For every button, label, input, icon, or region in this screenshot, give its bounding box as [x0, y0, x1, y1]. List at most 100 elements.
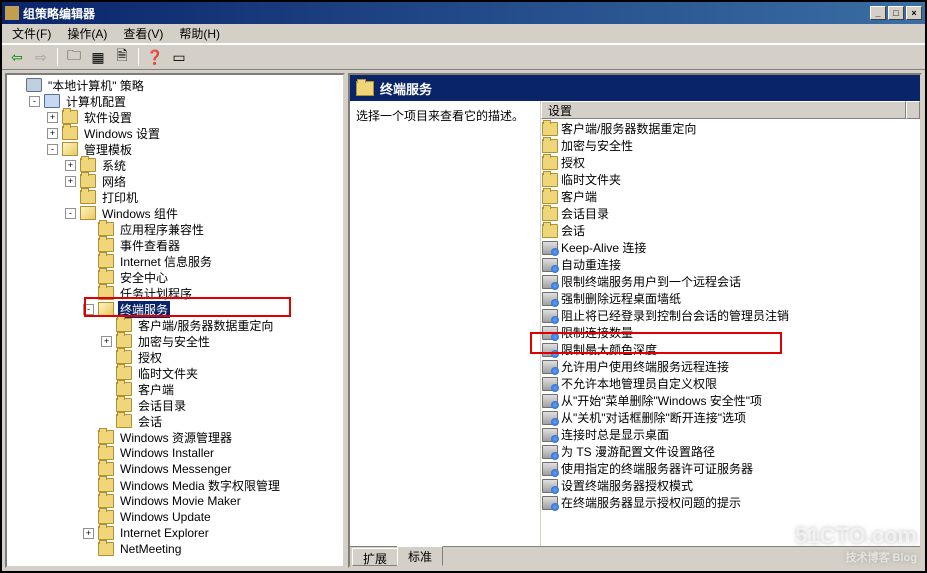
tree-panel[interactable]: "本地计算机" 策略 -计算机配置 +软件设置 +Windows 设置 -管理模… — [5, 73, 345, 568]
list-item[interactable]: 从"开始"菜单删除"Windows 安全性"项 — [542, 392, 919, 409]
tree-system[interactable]: +系统 — [65, 157, 341, 173]
tree-item[interactable]: Windows Update — [83, 509, 341, 525]
tree-item[interactable]: 会话目录 — [101, 397, 341, 413]
tree-item[interactable]: 安全中心 — [83, 269, 341, 285]
nav-back-button[interactable]: ⇦ — [6, 46, 28, 68]
collapse-icon[interactable]: - — [29, 96, 40, 107]
tree-windows-settings[interactable]: +Windows 设置 — [47, 125, 341, 141]
policy-setting-icon — [542, 343, 558, 357]
list-item[interactable]: 连接时总是显示桌面 — [542, 426, 919, 443]
help-button[interactable]: ❓ — [144, 46, 166, 68]
list-item[interactable]: 使用指定的终端服务器许可证服务器 — [542, 460, 919, 477]
list-item[interactable]: 客户端 — [542, 188, 919, 205]
menu-action[interactable]: 操作(A) — [59, 23, 115, 44]
expand-icon[interactable]: + — [47, 112, 58, 123]
folder-icon — [98, 270, 114, 284]
details-header: 终端服务 — [350, 75, 920, 101]
menu-file[interactable]: 文件(F) — [4, 23, 59, 44]
list-item-label: 限制最大颜色深度 — [561, 341, 657, 358]
tree-item[interactable]: 任务计划程序 — [83, 285, 341, 301]
export-button[interactable]: 🗎 — [111, 46, 133, 68]
list-item-label: 设置终端服务器授权模式 — [561, 477, 693, 494]
tree-item[interactable]: Windows Messenger — [83, 461, 341, 477]
policy-setting-icon — [542, 496, 558, 510]
window-title: 组策略编辑器 — [23, 5, 870, 22]
tree-item[interactable]: 客户端/服务器数据重定向 — [101, 317, 341, 333]
maximize-button[interactable]: □ — [888, 6, 904, 20]
list-item[interactable]: 限制连接数量 — [542, 324, 919, 341]
list-item[interactable]: 不允许本地管理员自定义权限 — [542, 375, 919, 392]
list-item[interactable]: Keep-Alive 连接 — [542, 239, 919, 256]
list-item[interactable]: 授权 — [542, 154, 919, 171]
tree-item[interactable]: Internet 信息服务 — [83, 253, 341, 269]
show-hide-tree-button[interactable]: ▦ — [87, 46, 109, 68]
policy-setting-icon — [542, 411, 558, 425]
tree-computer-config[interactable]: -计算机配置 — [29, 93, 341, 109]
list-item-label: 限制连接数量 — [561, 324, 633, 341]
expand-icon[interactable]: + — [101, 336, 112, 347]
tree-item[interactable]: Windows Media 数字权限管理 — [83, 477, 341, 493]
tree-item[interactable]: 事件查看器 — [83, 237, 341, 253]
tree-item[interactable]: 应用程序兼容性 — [83, 221, 341, 237]
tree-admin-templates[interactable]: -管理模板 — [47, 141, 341, 157]
list-item[interactable]: 会话 — [542, 222, 919, 239]
properties-button[interactable]: ▭ — [168, 46, 190, 68]
list-item[interactable]: 会话目录 — [542, 205, 919, 222]
close-button[interactable]: × — [906, 6, 922, 20]
tree-item[interactable]: Windows Movie Maker — [83, 493, 341, 509]
tree-terminal-services[interactable]: -终端服务 — [83, 301, 341, 317]
list-item[interactable]: 设置终端服务器授权模式 — [542, 477, 919, 494]
collapse-icon[interactable]: - — [47, 144, 58, 155]
tab-extended[interactable]: 扩展 — [352, 548, 398, 566]
list-item[interactable]: 为 TS 漫游配置文件设置路径 — [542, 443, 919, 460]
description-text: 选择一个项目来查看它的描述。 — [356, 107, 534, 124]
list-item[interactable]: 允许用户使用终端服务远程连接 — [542, 358, 919, 375]
tree-item[interactable]: Windows Installer — [83, 445, 341, 461]
list-item[interactable]: 从"关机"对话框删除"断开连接"选项 — [542, 409, 919, 426]
list-item[interactable]: 限制最大颜色深度 — [542, 341, 919, 358]
expand-icon[interactable]: + — [65, 160, 76, 171]
list-item[interactable]: 客户端/服务器数据重定向 — [542, 120, 919, 137]
list-item[interactable]: 临时文件夹 — [542, 171, 919, 188]
collapse-icon[interactable]: - — [83, 304, 94, 315]
column-header-setting[interactable]: 设置 — [541, 101, 906, 119]
tree-software-settings[interactable]: +软件设置 — [47, 109, 341, 125]
list-item[interactable]: 自动重连接 — [542, 256, 919, 273]
expand-icon[interactable]: + — [47, 128, 58, 139]
minimize-button[interactable]: _ — [870, 6, 886, 20]
tree-item[interactable]: NetMeeting — [83, 541, 341, 557]
tree-printers[interactable]: 打印机 — [65, 189, 341, 205]
folder-open-icon — [80, 206, 96, 220]
toolbar-separator — [138, 48, 139, 66]
tree-item[interactable]: 客户端 — [101, 381, 341, 397]
collapse-icon[interactable]: - — [65, 208, 76, 219]
column-header-fill — [906, 101, 920, 119]
menu-view[interactable]: 查看(V) — [115, 23, 171, 44]
nav-forward-button[interactable]: ⇨ — [30, 46, 52, 68]
tree-item[interactable]: 会话 — [101, 413, 341, 429]
expand-icon[interactable]: + — [83, 528, 94, 539]
folder-icon — [98, 446, 114, 460]
tree-windows-components[interactable]: -Windows 组件 — [65, 205, 341, 221]
up-button[interactable]: 🗀 — [63, 46, 85, 68]
tree-item[interactable]: 授权 — [101, 349, 341, 365]
list-item-label: 临时文件夹 — [561, 171, 621, 188]
folder-icon — [116, 366, 132, 380]
list-item[interactable]: 在终端服务器显示授权问题的提示 — [542, 494, 919, 511]
policy-setting-icon — [542, 309, 558, 323]
list-item[interactable]: 阻止将已经登录到控制台会话的管理员注销 — [542, 307, 919, 324]
tree-item[interactable]: 临时文件夹 — [101, 365, 341, 381]
folder-icon — [542, 190, 558, 204]
tab-standard[interactable]: 标准 — [397, 546, 443, 566]
tree-item[interactable]: +加密与安全性 — [101, 333, 341, 349]
settings-list[interactable]: 客户端/服务器数据重定向加密与安全性授权临时文件夹客户端会话目录会话Keep-A… — [541, 119, 920, 546]
tree-network[interactable]: +网络 — [65, 173, 341, 189]
list-item[interactable]: 强制删除远程桌面墙纸 — [542, 290, 919, 307]
tree-item[interactable]: +Internet Explorer — [83, 525, 341, 541]
list-item[interactable]: 限制终端服务用户到一个远程会话 — [542, 273, 919, 290]
tree-item[interactable]: Windows 资源管理器 — [83, 429, 341, 445]
tree-root[interactable]: "本地计算机" 策略 — [11, 77, 341, 93]
list-item[interactable]: 加密与安全性 — [542, 137, 919, 154]
expand-icon[interactable]: + — [65, 176, 76, 187]
menu-help[interactable]: 帮助(H) — [171, 23, 228, 44]
